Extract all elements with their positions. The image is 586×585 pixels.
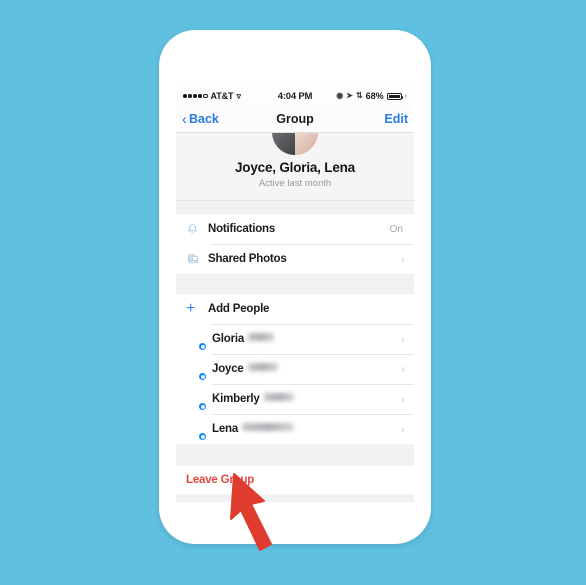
- battery-percent-label: 68%: [365, 91, 384, 101]
- phone-screen: AT&T ▿ 4:04 PM ◉ ➤ ⇅ 68% › ‹ Back Group …: [176, 86, 414, 502]
- avatar: [184, 388, 207, 411]
- status-bar-left: AT&T ▿: [183, 91, 278, 101]
- back-button-label: Back: [189, 112, 219, 126]
- status-chevron-icon: ›: [404, 92, 408, 100]
- battery-icon: [386, 92, 404, 100]
- row-notifications[interactable]: Notifications On: [176, 214, 414, 244]
- member-name: Gloria: [212, 333, 401, 345]
- chevron-right-icon: ›: [401, 332, 405, 346]
- plus-icon: +: [186, 300, 196, 317]
- edit-button[interactable]: Edit: [384, 112, 408, 126]
- people-section: + Add People Gloria › Joyce › Kimberly ›…: [176, 294, 414, 444]
- screenshot-canvas: AT&T ▿ 4:04 PM ◉ ➤ ⇅ 68% › ‹ Back Group …: [0, 0, 586, 585]
- row-add-people[interactable]: + Add People: [176, 294, 414, 324]
- group-name: Joyce, Gloria, Lena: [234, 160, 355, 175]
- redacted-last-name: [247, 363, 278, 371]
- chevron-right-icon: ›: [401, 392, 405, 406]
- navigation-bar: ‹ Back Group Edit: [176, 106, 414, 133]
- section-separator: [176, 494, 414, 502]
- add-people-label: Add People: [208, 303, 270, 315]
- carrier-label: AT&T: [210, 91, 234, 101]
- section-separator: [176, 201, 414, 214]
- chevron-right-icon: ›: [401, 422, 405, 436]
- group-header: Joyce, Gloria, Lena Active last month: [176, 133, 414, 201]
- row-label: Shared Photos: [208, 253, 287, 265]
- photos-icon: [186, 253, 208, 266]
- status-bar: AT&T ▿ 4:04 PM ◉ ➤ ⇅ 68% ›: [176, 86, 414, 106]
- settings-section: Notifications On Shared Photos ›: [176, 214, 414, 274]
- location-arrow-icon: ➤: [346, 91, 353, 100]
- alarm-icon: ◉: [336, 91, 344, 100]
- chevron-right-icon: ›: [401, 362, 405, 376]
- phone-device-frame: AT&T ▿ 4:04 PM ◉ ➤ ⇅ 68% › ‹ Back Group …: [159, 30, 431, 544]
- messenger-badge-icon: [198, 402, 207, 411]
- redacted-last-name: [263, 393, 294, 401]
- leave-group-button[interactable]: Leave Group: [176, 466, 414, 494]
- chevron-left-icon: ‹: [182, 110, 187, 128]
- notifications-value: On: [389, 223, 403, 235]
- redacted-last-name: [248, 333, 275, 341]
- member-name: Lena: [212, 423, 401, 435]
- bell-icon: [186, 223, 208, 236]
- back-button[interactable]: ‹ Back: [182, 112, 219, 127]
- wifi-icon: ▿: [236, 90, 241, 101]
- group-active-status: Active last month: [258, 178, 332, 189]
- messenger-badge-icon: [198, 342, 207, 351]
- avatar: [184, 358, 207, 381]
- settings-content: Joyce, Gloria, Lena Active last month No…: [176, 133, 414, 502]
- redacted-last-name: [242, 423, 295, 431]
- member-row[interactable]: Joyce ›: [176, 354, 414, 384]
- row-shared-photos[interactable]: Shared Photos ›: [176, 244, 414, 274]
- member-row[interactable]: Kimberly ›: [176, 384, 414, 414]
- messenger-badge-icon: [198, 372, 207, 381]
- section-separator: [176, 274, 414, 294]
- member-name: Joyce: [212, 363, 401, 375]
- status-bar-clock: 4:04 PM: [277, 90, 313, 102]
- avatar: [184, 418, 207, 441]
- avatar: [184, 328, 207, 351]
- group-avatar: [272, 133, 318, 155]
- status-bar-right: ◉ ➤ ⇅ 68% ›: [312, 91, 407, 101]
- chevron-right-icon: ›: [401, 252, 405, 266]
- signal-strength-icon: [183, 93, 208, 99]
- section-separator: [176, 444, 414, 466]
- member-name: Kimberly: [212, 393, 401, 405]
- bluetooth-icon: ⇅: [355, 91, 363, 100]
- member-row[interactable]: Gloria ›: [176, 324, 414, 354]
- member-row[interactable]: Lena ›: [176, 414, 414, 444]
- messenger-badge-icon: [198, 432, 207, 441]
- row-label: Notifications: [208, 223, 276, 235]
